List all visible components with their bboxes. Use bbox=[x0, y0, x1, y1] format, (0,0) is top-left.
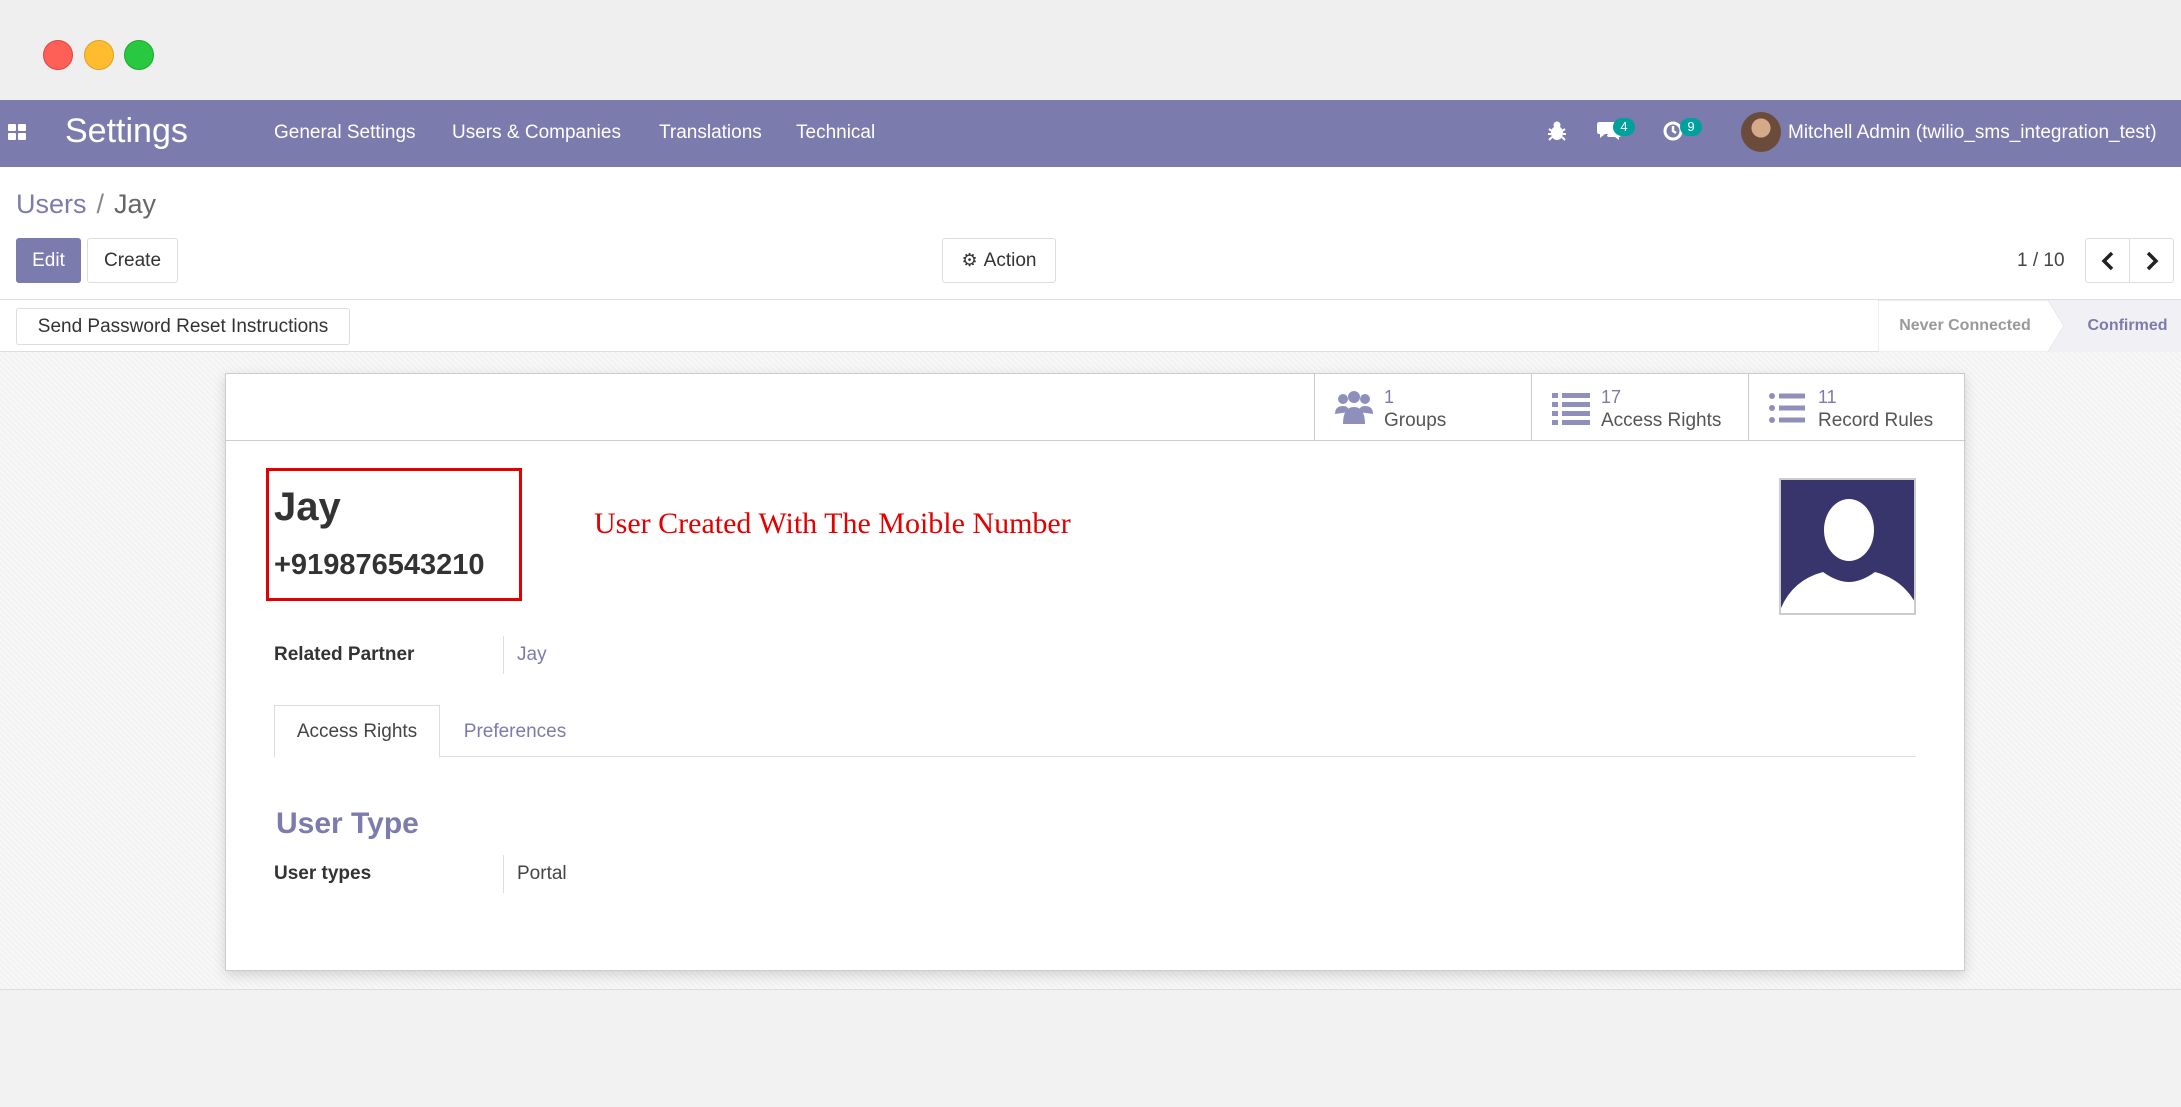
breadcrumb-users-link[interactable]: Users bbox=[16, 189, 87, 219]
menu-users-companies[interactable]: Users & Companies bbox=[452, 122, 621, 144]
chevron-left-icon bbox=[2101, 251, 2113, 270]
form-statusbar: Send Password Reset Instructions Never C… bbox=[0, 300, 2181, 352]
form-sheet: 1 Groups 17 Access Rights 11 Record Rule… bbox=[225, 373, 1966, 971]
close-window-button[interactable] bbox=[43, 40, 73, 70]
action-label: Action bbox=[983, 249, 1037, 271]
smart-button-box: 1 Groups 17 Access Rights 11 Record Rule… bbox=[226, 374, 1966, 441]
chevron-right-icon bbox=[2146, 251, 2158, 270]
tab-preferences[interactable]: Preferences bbox=[440, 705, 590, 758]
maximize-window-button[interactable] bbox=[124, 40, 154, 70]
breadcrumb-separator: / bbox=[96, 189, 105, 219]
minimize-window-button[interactable] bbox=[84, 40, 114, 70]
window-titlebar bbox=[0, 0, 2181, 100]
pager-value[interactable]: 1 / 10 bbox=[2017, 250, 2065, 272]
control-panel: Users / Jay Edit Create ⚙ Action 1 / 10 bbox=[0, 167, 2181, 300]
related-partner-label: Related Partner bbox=[274, 644, 415, 665]
related-partner-link[interactable]: Jay bbox=[517, 644, 547, 666]
groups-label: Groups bbox=[1384, 410, 1447, 431]
record-rules-count: 11 bbox=[1818, 387, 1837, 407]
apps-menu-icon[interactable] bbox=[8, 124, 28, 142]
users-icon bbox=[1335, 391, 1373, 424]
pager-previous-button[interactable] bbox=[2085, 238, 2130, 283]
user-types-value[interactable]: Portal bbox=[517, 863, 567, 885]
user-photo[interactable] bbox=[1779, 478, 1916, 615]
activities-badge: 9 bbox=[1680, 118, 1702, 136]
action-button[interactable]: ⚙ Action bbox=[942, 238, 1056, 283]
groups-count: 1 bbox=[1384, 387, 1395, 407]
tab-access-rights[interactable]: Access Rights bbox=[274, 705, 440, 758]
stage-never-connected[interactable]: Never Connected bbox=[1880, 300, 2050, 352]
app-title[interactable]: Settings bbox=[65, 112, 188, 151]
breadcrumb-current: Jay bbox=[114, 189, 157, 219]
field-separator bbox=[503, 636, 504, 674]
create-button[interactable]: Create bbox=[87, 238, 178, 283]
avatar-placeholder-icon bbox=[1781, 499, 1914, 613]
top-navbar: Settings General Settings Users & Compan… bbox=[0, 100, 2181, 167]
list-icon bbox=[1552, 393, 1590, 425]
gear-icon: ⚙ bbox=[961, 250, 978, 270]
user-avatar[interactable] bbox=[1741, 112, 1781, 152]
highlight-box bbox=[266, 468, 522, 601]
stage-confirmed[interactable]: Confirmed bbox=[2070, 300, 2181, 352]
annotation-text: User Created With The Moible Number bbox=[594, 507, 1071, 540]
record-rules-smart-button[interactable]: 11 Record Rules bbox=[1748, 374, 1965, 441]
access-rights-label: Access Rights bbox=[1601, 410, 1722, 431]
menu-technical[interactable]: Technical bbox=[796, 122, 875, 144]
user-types-label: User types bbox=[274, 863, 372, 884]
debug-bug-icon[interactable] bbox=[1547, 120, 1567, 148]
user-type-section-title: User Type bbox=[276, 807, 419, 840]
messages-badge: 4 bbox=[1613, 118, 1635, 136]
record-rules-label: Record Rules bbox=[1818, 410, 1934, 431]
breadcrumb: Users / Jay bbox=[16, 189, 156, 220]
send-password-reset-button[interactable]: Send Password Reset Instructions bbox=[16, 308, 350, 345]
access-rights-smart-button[interactable]: 17 Access Rights bbox=[1531, 374, 1748, 441]
menu-translations[interactable]: Translations bbox=[659, 122, 762, 144]
field-separator bbox=[503, 855, 504, 893]
user-menu-name[interactable]: Mitchell Admin (twilio_sms_integration_t… bbox=[1788, 122, 2157, 144]
notebook-tabs: Access Rights Preferences bbox=[274, 705, 1916, 758]
groups-smart-button[interactable]: 1 Groups bbox=[1314, 374, 1531, 441]
menu-general-settings[interactable]: General Settings bbox=[274, 122, 416, 144]
pager-next-button[interactable] bbox=[2129, 238, 2174, 283]
access-rights-count: 17 bbox=[1601, 387, 1622, 407]
edit-button[interactable]: Edit bbox=[16, 238, 81, 283]
list-ul-icon bbox=[1769, 393, 1805, 423]
